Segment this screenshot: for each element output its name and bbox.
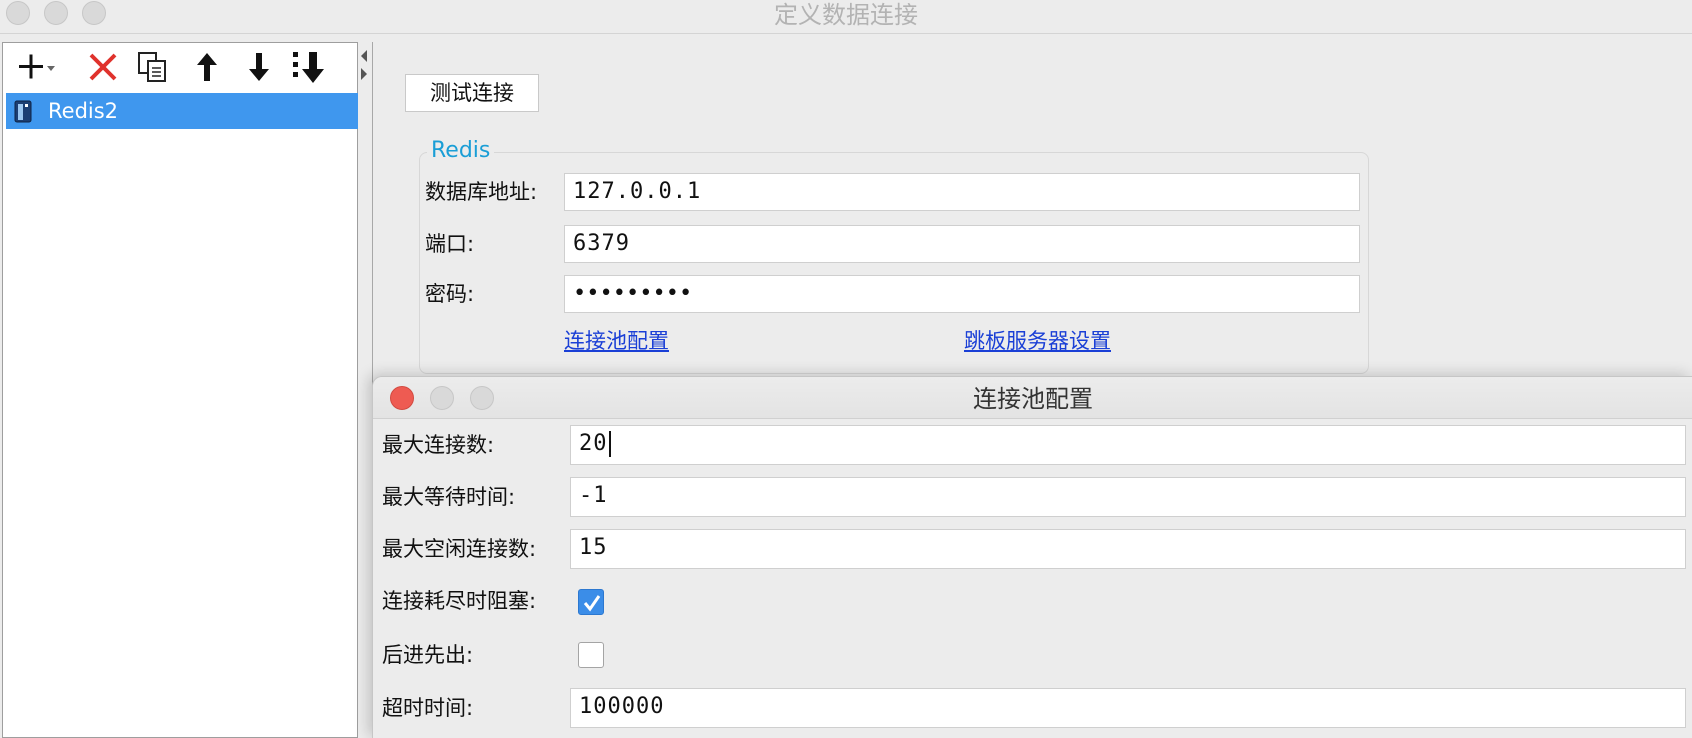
lifo-label: 后进先出: bbox=[382, 643, 474, 667]
connection-list-panel: Redis2 bbox=[2, 42, 358, 738]
delete-button[interactable] bbox=[81, 49, 125, 85]
password-field[interactable]: ••••••••• bbox=[564, 275, 1360, 313]
port-label: 端口: bbox=[425, 232, 475, 256]
add-button[interactable] bbox=[13, 49, 57, 85]
address-label: 数据库地址: bbox=[425, 180, 538, 204]
timeout-label: 超时时间: bbox=[382, 696, 474, 720]
block-when-exhausted-checkbox[interactable] bbox=[578, 589, 604, 615]
copy-icon bbox=[138, 52, 166, 82]
window-title: 定义数据连接 bbox=[774, 1, 918, 29]
collapse-left-icon[interactable] bbox=[361, 50, 367, 62]
timeout-field[interactable]: 100000 bbox=[570, 688, 1686, 728]
port-field[interactable]: 6379 bbox=[564, 225, 1360, 263]
copy-button[interactable] bbox=[131, 49, 175, 85]
max-wait-field[interactable]: -1 bbox=[570, 477, 1686, 517]
connection-toolbar bbox=[3, 43, 359, 91]
text-caret bbox=[608, 431, 611, 457]
check-icon bbox=[583, 595, 601, 612]
max-connections-value: 20 bbox=[579, 431, 608, 456]
dialog-title: 连接池配置 bbox=[973, 385, 1093, 413]
group-title: Redis bbox=[427, 136, 495, 166]
arrow-down-icon bbox=[249, 53, 269, 81]
move-to-bottom-icon bbox=[293, 52, 324, 83]
dialog-titlebar: 连接池配置 bbox=[373, 377, 1692, 419]
panel-splitter[interactable] bbox=[358, 42, 372, 738]
expand-right-icon[interactable] bbox=[361, 68, 367, 80]
pool-config-dialog: 连接池配置 最大连接数: 20 最大等待时间: -1 最大空闲连接数: 15 连… bbox=[372, 376, 1692, 738]
redis-icon bbox=[14, 100, 32, 123]
max-connections-label: 最大连接数: bbox=[382, 433, 495, 457]
test-connection-button[interactable]: 测试连接 bbox=[405, 74, 539, 112]
tree-item-label: Redis2 bbox=[48, 99, 119, 123]
max-wait-label: 最大等待时间: bbox=[382, 485, 516, 509]
move-down-button[interactable] bbox=[237, 49, 281, 85]
plus-dropdown-icon bbox=[19, 54, 55, 79]
block-when-exhausted-label: 连接耗尽时阻塞: bbox=[382, 589, 537, 613]
password-label: 密码: bbox=[425, 282, 475, 306]
window-titlebar: 定义数据连接 bbox=[0, 0, 1692, 34]
move-to-bottom-button[interactable] bbox=[287, 49, 331, 85]
address-field[interactable]: 127.0.0.1 bbox=[564, 173, 1360, 211]
lifo-checkbox[interactable] bbox=[578, 642, 604, 668]
max-connections-field[interactable]: 20 bbox=[570, 425, 1686, 465]
arrow-up-icon bbox=[197, 53, 217, 81]
move-up-button[interactable] bbox=[185, 49, 229, 85]
max-idle-label: 最大空闲连接数: bbox=[382, 537, 537, 561]
max-idle-field[interactable]: 15 bbox=[570, 529, 1686, 569]
red-x-icon bbox=[89, 53, 117, 81]
pool-config-link[interactable]: 连接池配置 bbox=[564, 326, 669, 356]
jump-server-link[interactable]: 跳板服务器设置 bbox=[964, 326, 1111, 356]
tree-item-redis2[interactable]: Redis2 bbox=[6, 93, 358, 129]
